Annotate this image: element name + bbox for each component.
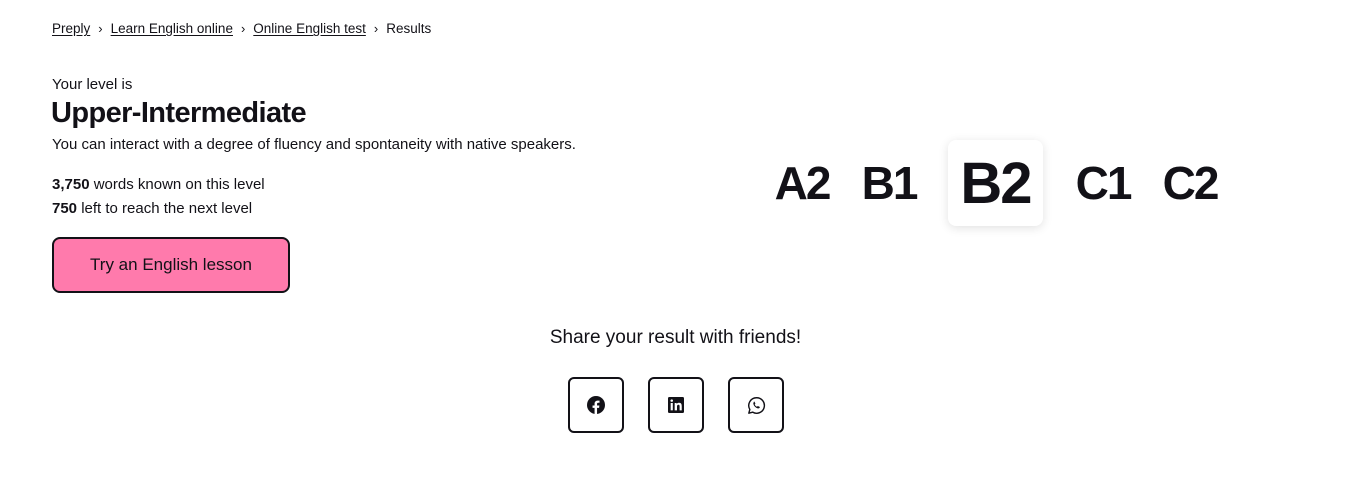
level-intro: Your level is [52,76,133,93]
level-c2: C2 [1162,157,1220,209]
try-english-lesson-button[interactable]: Try an English lesson [52,237,290,293]
results-page: Preply › Learn English online › Online E… [0,0,1369,479]
linkedin-icon [668,397,684,413]
level-b2-current: B2 [948,140,1043,226]
breadcrumb-link-learn-english[interactable]: Learn English online [111,21,233,36]
breadcrumb: Preply › Learn English online › Online E… [52,21,431,36]
words-known-value: 3,750 [52,176,90,193]
breadcrumb-link-english-test[interactable]: Online English test [253,21,366,36]
share-whatsapp-button[interactable] [728,377,784,433]
level-b1: B1 [861,157,919,209]
level-title: Upper-Intermediate [51,97,307,129]
breadcrumb-separator: › [373,21,379,36]
words-left-stat: 750 left to reach the next level [52,200,252,217]
share-title: Share your result with friends! [549,327,802,348]
words-known-text: words known on this level [89,176,265,193]
share-linkedin-button[interactable] [648,377,704,433]
level-description: You can interact with a degree of fluenc… [52,136,576,153]
breadcrumb-separator: › [98,21,103,36]
level-c1: C1 [1075,157,1133,209]
breadcrumb-link-preply[interactable]: Preply [52,21,90,36]
words-left-value: 750 [52,200,78,217]
whatsapp-icon [747,396,765,414]
share-buttons [568,377,784,433]
words-known-stat: 3,750 words known on this level [52,176,265,193]
breadcrumb-current: Results [386,21,432,36]
words-left-text: left to reach the next level [77,200,253,217]
facebook-icon [587,396,605,414]
level-a2: A2 [774,157,832,209]
breadcrumb-separator: › [240,21,246,36]
share-facebook-button[interactable] [568,377,624,433]
